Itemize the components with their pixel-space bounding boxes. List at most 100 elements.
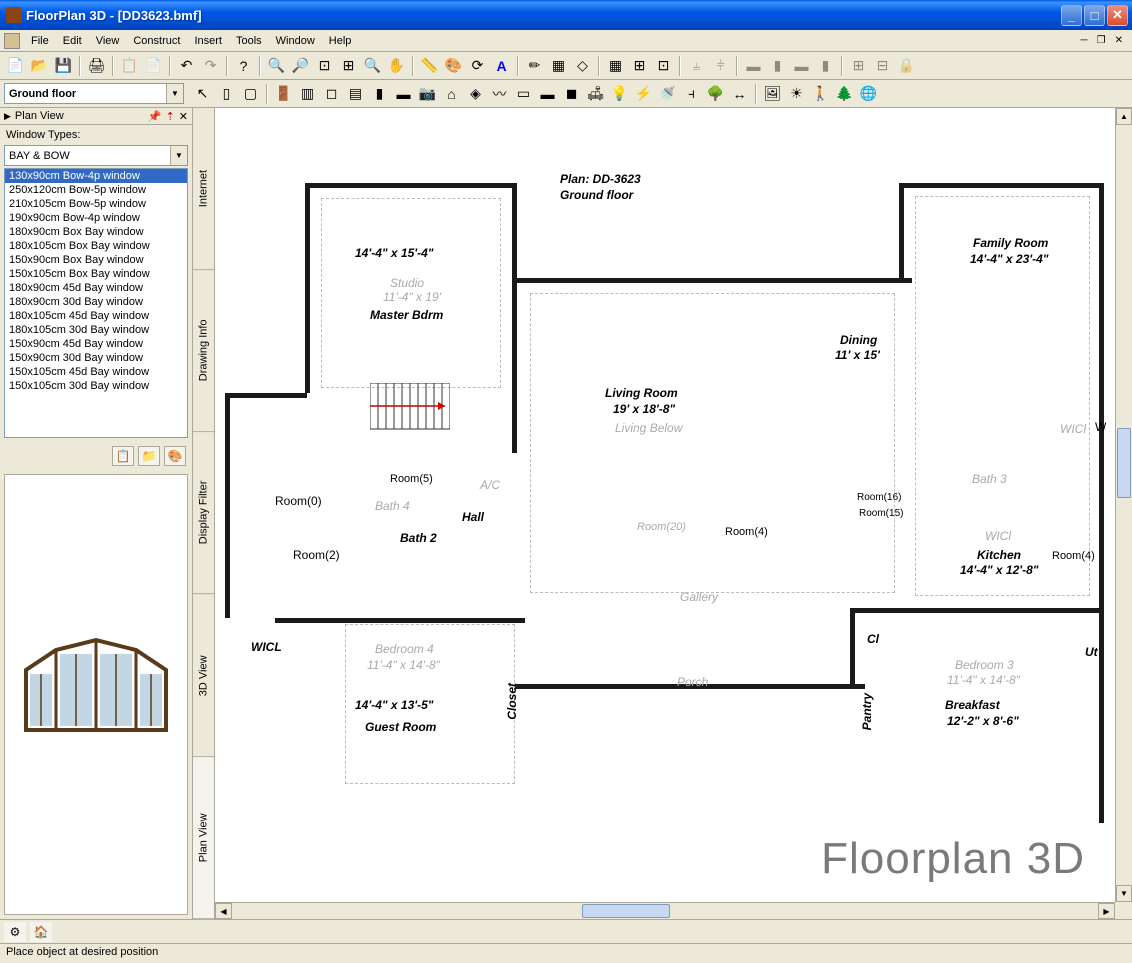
- mdi-close[interactable]: ✕: [1112, 35, 1126, 46]
- menu-tools[interactable]: Tools: [229, 32, 269, 50]
- tree-icon[interactable]: 🌲: [833, 82, 856, 105]
- text-icon[interactable]: A: [490, 54, 513, 77]
- room-icon[interactable]: ▢: [239, 82, 262, 105]
- plumbing-icon[interactable]: 🚿: [656, 82, 679, 105]
- grid-icon[interactable]: ▦: [604, 54, 627, 77]
- zoom-out-icon[interactable]: 🔎: [289, 54, 312, 77]
- folder-button[interactable]: 📁: [138, 446, 160, 466]
- render-icon[interactable]: 🖼: [761, 82, 784, 105]
- zoom-window-icon[interactable]: ⊡: [313, 54, 336, 77]
- scroll-left-icon[interactable]: ◀: [215, 903, 232, 919]
- list-item[interactable]: 150x105cm 45d Bay window: [5, 365, 187, 379]
- furniture-icon[interactable]: 🛋: [584, 82, 607, 105]
- align-c-icon[interactable]: ⫩: [709, 54, 732, 77]
- menu-window[interactable]: Window: [269, 32, 322, 50]
- list-item[interactable]: 210x105cm Bow-5p window: [5, 197, 187, 211]
- edit-tool-icon[interactable]: ✏: [523, 54, 546, 77]
- list-item[interactable]: 180x105cm 30d Bay window: [5, 323, 187, 337]
- maximize-button[interactable]: □: [1084, 5, 1105, 26]
- config-button[interactable]: 📋: [112, 446, 134, 466]
- tool-b-icon[interactable]: ⟳: [466, 54, 489, 77]
- align-l-icon[interactable]: ⫨: [685, 54, 708, 77]
- window-types-list[interactable]: 130x90cm Bow-4p window 250x120cm Bow-5p …: [4, 168, 188, 438]
- paste-icon[interactable]: 📄: [142, 54, 165, 77]
- open-icon[interactable]: 📂: [28, 54, 51, 77]
- electrical-icon[interactable]: ⚡: [632, 82, 655, 105]
- mdi-minimize[interactable]: ─: [1078, 35, 1091, 46]
- sun-icon[interactable]: ☀: [785, 82, 808, 105]
- snap-icon[interactable]: ⊞: [628, 54, 651, 77]
- scroll-up-icon[interactable]: ▲: [1116, 108, 1132, 125]
- scroll-thumb[interactable]: [582, 904, 670, 918]
- floor-icon[interactable]: ▬: [536, 82, 559, 105]
- scroll-right-icon[interactable]: ▶: [1098, 903, 1115, 919]
- ortho-icon[interactable]: ⊡: [652, 54, 675, 77]
- group-icon[interactable]: ⊞: [847, 54, 870, 77]
- list-item[interactable]: 250x120cm Bow-5p window: [5, 183, 187, 197]
- pointer-icon[interactable]: ↖: [191, 82, 214, 105]
- menu-insert[interactable]: Insert: [187, 32, 229, 50]
- dist-h-icon[interactable]: ▬: [742, 54, 765, 77]
- tab-drawing-info[interactable]: Drawing Info: [193, 270, 214, 432]
- fence-icon[interactable]: ⫞: [680, 82, 703, 105]
- walk-icon[interactable]: 🚶: [809, 82, 832, 105]
- floor-plan-canvas[interactable]: Plan: DD-3623 Ground floor 14'-4" x 15'-…: [215, 108, 1115, 902]
- arr-1-icon[interactable]: ▬: [790, 54, 813, 77]
- zoom-in-icon[interactable]: 🔍: [265, 54, 288, 77]
- new-icon[interactable]: 📄: [4, 54, 27, 77]
- tab-display-filter[interactable]: Display Filter: [193, 432, 214, 594]
- pan-icon[interactable]: ✋: [385, 54, 408, 77]
- expand-icon[interactable]: ▶: [4, 111, 11, 122]
- list-item[interactable]: 150x105cm Box Bay window: [5, 267, 187, 281]
- help-icon[interactable]: ?: [232, 54, 255, 77]
- menu-help[interactable]: Help: [322, 32, 359, 50]
- menu-edit[interactable]: Edit: [56, 32, 89, 50]
- globe-icon[interactable]: 🌐: [857, 82, 880, 105]
- floor-selector[interactable]: Ground floor ▼: [4, 83, 184, 104]
- scroll-thumb[interactable]: [1117, 428, 1131, 498]
- slab-icon[interactable]: ◼: [560, 82, 583, 105]
- tab-internet[interactable]: Internet: [193, 108, 214, 270]
- menu-view[interactable]: View: [89, 32, 127, 50]
- wall-icon[interactable]: ▯: [215, 82, 238, 105]
- mdi-icon[interactable]: [4, 33, 20, 49]
- dim-icon[interactable]: ↔: [728, 82, 751, 105]
- redo-icon[interactable]: ↷: [199, 54, 222, 77]
- measure-icon[interactable]: 📏: [418, 54, 441, 77]
- list-item[interactable]: 150x90cm Box Bay window: [5, 253, 187, 267]
- bottom-tool-2[interactable]: 🏠: [30, 922, 52, 942]
- window-icon[interactable]: ▥: [296, 82, 319, 105]
- zoom-prev-icon[interactable]: 🔍: [361, 54, 384, 77]
- camera-icon[interactable]: 📷: [416, 82, 439, 105]
- list-item[interactable]: 180x90cm Box Bay window: [5, 225, 187, 239]
- vertical-scrollbar[interactable]: ▲ ▼: [1115, 108, 1132, 902]
- arr-2-icon[interactable]: ▮: [814, 54, 837, 77]
- undo-icon[interactable]: ↶: [175, 54, 198, 77]
- list-item[interactable]: 150x105cm 30d Bay window: [5, 379, 187, 393]
- close-button[interactable]: ✕: [1107, 5, 1128, 26]
- dist-v-icon[interactable]: ▮: [766, 54, 789, 77]
- list-item[interactable]: 180x90cm 30d Bay window: [5, 295, 187, 309]
- layers-icon[interactable]: ▦: [547, 54, 570, 77]
- beam-icon[interactable]: ▬: [392, 82, 415, 105]
- stairs-icon[interactable]: ▤: [344, 82, 367, 105]
- minimize-button[interactable]: _: [1061, 5, 1082, 26]
- menu-file[interactable]: File: [24, 32, 56, 50]
- menu-construct[interactable]: Construct: [126, 32, 187, 50]
- lock-icon[interactable]: 🔒: [895, 54, 918, 77]
- opening-icon[interactable]: ◻: [320, 82, 343, 105]
- light-icon[interactable]: 💡: [608, 82, 631, 105]
- panel-close-icon[interactable]: ✕: [179, 110, 188, 123]
- scroll-down-icon[interactable]: ▼: [1116, 885, 1132, 902]
- door-icon[interactable]: 🚪: [272, 82, 295, 105]
- save-icon[interactable]: 💾: [52, 54, 75, 77]
- tab-plan-view[interactable]: Plan View: [193, 757, 214, 919]
- path-icon[interactable]: 〰: [488, 82, 511, 105]
- list-item[interactable]: 180x90cm 45d Bay window: [5, 281, 187, 295]
- tack-icon[interactable]: 📌: [148, 110, 162, 123]
- materials-icon[interactable]: ◇: [571, 54, 594, 77]
- print-icon[interactable]: 🖨: [85, 54, 108, 77]
- paint-button[interactable]: 🎨: [164, 446, 186, 466]
- roof-icon[interactable]: ⌂: [440, 82, 463, 105]
- window-category-select[interactable]: BAY & BOW ▼: [4, 145, 188, 166]
